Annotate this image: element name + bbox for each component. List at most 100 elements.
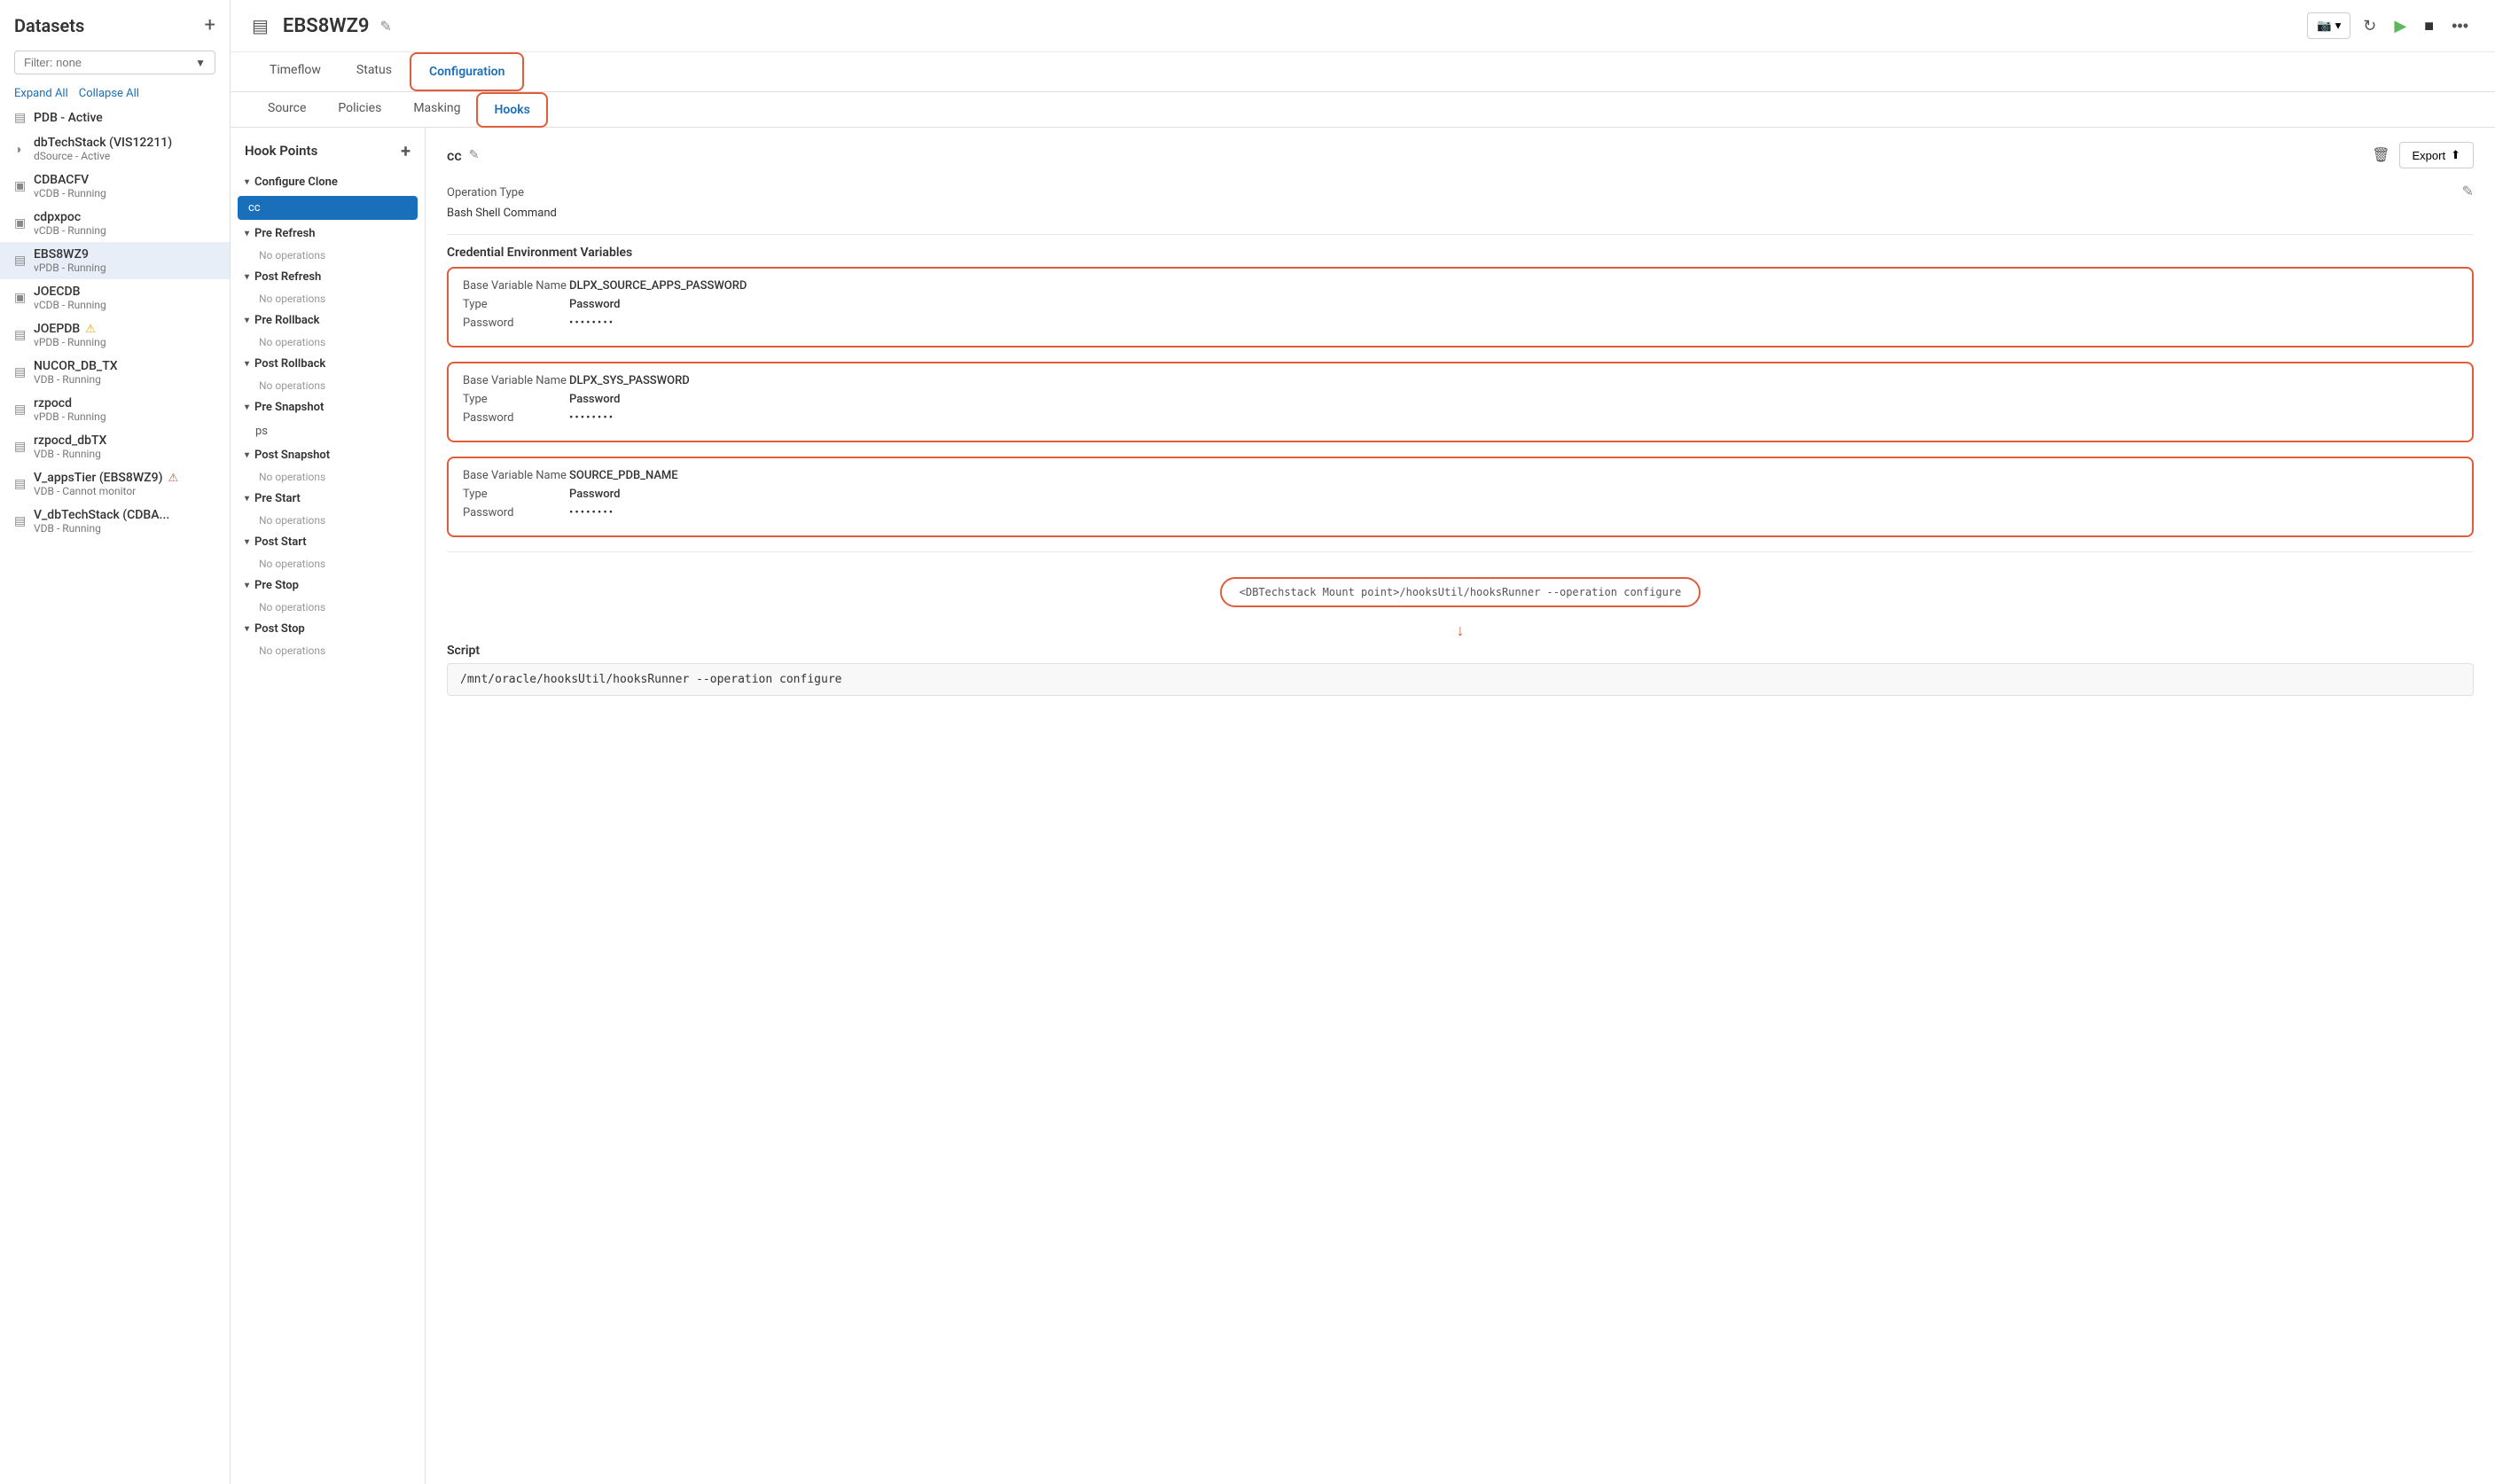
hook-section-title[interactable]: ▾ Configure Clone xyxy=(231,170,425,194)
chevron-icon: ▾ xyxy=(245,624,249,634)
sidebar-item[interactable]: ▤ V_dbTechStack (CDBA... VDB - Running xyxy=(0,503,230,540)
base-var-row: Base Variable Name SOURCE_PDB_NAME xyxy=(463,469,2458,482)
tab-policies[interactable]: Policies xyxy=(322,92,397,127)
title-edit-icon[interactable]: ✎ xyxy=(379,18,391,35)
base-var-label: Base Variable Name xyxy=(463,469,569,482)
command-bubble: <DBTechstack Mount point>/hooksUtil/hook… xyxy=(1220,577,1701,607)
export-icon: ⬆ xyxy=(2451,148,2460,162)
tab-status[interactable]: Status xyxy=(339,52,410,91)
arrow-down-icon: ↓ xyxy=(447,621,2474,640)
hook-section-title[interactable]: ▾Post Refresh xyxy=(231,265,425,289)
no-operations-label: No operations xyxy=(231,332,425,352)
section-label: Configure Clone xyxy=(254,176,338,189)
hook-section: ▾Post RollbackNo operations xyxy=(231,352,425,395)
sidebar-item[interactable]: ▤ rzpocd_dbTX VDB - Running xyxy=(0,428,230,465)
dropdown-chevron-icon: ▾ xyxy=(2335,19,2342,33)
hook-list-item[interactable]: cc xyxy=(238,196,418,220)
item-name: dbTechStack (VIS12211) xyxy=(34,136,172,150)
type-value: Password xyxy=(569,298,620,311)
hook-name-edit-icon[interactable]: ✎ xyxy=(469,148,480,162)
no-operations-label: No operations xyxy=(231,511,425,530)
sidebar-item[interactable]: ▤ EBS8WZ9 vPDB - Running xyxy=(0,242,230,279)
type-row: Type Password xyxy=(463,393,2458,406)
stop-button[interactable]: ■ xyxy=(2419,13,2439,39)
hook-section: ▾Pre RollbackNo operations xyxy=(231,309,425,352)
hook-list-item[interactable]: ps xyxy=(231,419,425,443)
tab-configuration[interactable]: Configuration xyxy=(410,52,524,91)
item-name: rzpocd_dbTX xyxy=(34,433,106,448)
password-row: Password •••••••• xyxy=(463,316,2458,330)
sidebar: Datasets + ▼ Expand All Collapse All ▤ P… xyxy=(0,0,231,1484)
sidebar-item[interactable]: ▣ cdpxpoc vCDB - Running xyxy=(0,205,230,242)
hooks-sections-list: ▾ Configure Clone cc▾Pre Refresh No operati… xyxy=(231,170,425,660)
password-value: •••••••• xyxy=(569,411,614,425)
item-sub: dSource - Active xyxy=(34,150,172,162)
item-sub: vPDB - Running xyxy=(34,336,106,348)
hook-section-title[interactable]: ▾Post Rollback xyxy=(231,352,425,376)
hook-section-title[interactable]: ▾Pre Snapshot xyxy=(231,395,425,419)
chevron-icon: ▾ xyxy=(245,177,249,187)
chevron-icon: ▾ xyxy=(245,229,249,238)
tab-masking[interactable]: Masking xyxy=(397,92,476,127)
tab-source[interactable]: Source xyxy=(252,92,322,127)
item-name: JOEPDB⚠ xyxy=(34,322,106,336)
detail-panel: cc ✎ 🗑 Export ⬆ Operation Type Bash Shel… xyxy=(426,128,2495,1484)
password-label: Password xyxy=(463,316,569,330)
section-label: Post Snapshot xyxy=(254,449,330,462)
more-options-button[interactable]: ••• xyxy=(2446,13,2474,39)
hooks-panel-header: Hook Points + xyxy=(231,128,425,170)
tab-timeflow[interactable]: Timeflow xyxy=(252,52,339,91)
export-button[interactable]: Export ⬆ xyxy=(2399,142,2474,168)
sidebar-item[interactable]: ▤ JOEPDB⚠ vPDB - Running xyxy=(0,316,230,354)
hook-section-title[interactable]: ▾Pre Rollback xyxy=(231,309,425,332)
hook-section-title[interactable]: ▾Post Start xyxy=(231,530,425,554)
chevron-icon: ▾ xyxy=(245,537,249,547)
hook-section: ▾Pre StartNo operations xyxy=(231,487,425,530)
hook-item-name: cc xyxy=(447,147,462,164)
sidebar-item[interactable]: ▣ CDBACFV vCDB - Running xyxy=(0,168,230,205)
expand-all-link[interactable]: Expand All xyxy=(14,87,68,100)
play-button[interactable]: ▶ xyxy=(2389,13,2412,39)
credentials-section-label: Credential Environment Variables xyxy=(447,246,2474,260)
sidebar-expand-controls: Expand All Collapse All xyxy=(0,82,230,105)
search-input[interactable] xyxy=(24,56,195,69)
hook-section-title[interactable]: ▾Post Stop xyxy=(231,617,425,641)
sidebar-item[interactable]: ▤ rzpocd vPDB - Running xyxy=(0,391,230,428)
main-area: ▤ EBS8WZ9 ✎ 📷 ▾ ↻ ▶ ■ ••• Timeflow Statu… xyxy=(231,0,2495,1484)
sidebar-filter[interactable]: ▼ xyxy=(14,51,215,74)
op-type-edit-button[interactable]: ✎ xyxy=(2462,183,2474,200)
base-var-value: DLPX_SYS_PASSWORD xyxy=(569,374,690,387)
hook-section: ▾Post RefreshNo operations xyxy=(231,265,425,309)
base-var-value: DLPX_SOURCE_APPS_PASSWORD xyxy=(569,279,747,293)
chevron-icon: ▾ xyxy=(245,316,249,325)
item-sub: vCDB - Running xyxy=(34,224,106,237)
hook-section-title[interactable]: ▾Post Snapshot xyxy=(231,443,425,467)
sidebar-item[interactable]: ▤ PDB - Active xyxy=(0,105,230,130)
hook-section-title[interactable]: ▾Pre Refresh xyxy=(231,222,425,246)
error-icon: ⚠ xyxy=(168,472,178,485)
camera-button[interactable]: 📷 ▾ xyxy=(2307,12,2350,39)
credential-item: Base Variable Name SOURCE_PDB_NAME Type … xyxy=(447,457,2474,537)
tab-hooks[interactable]: Hooks xyxy=(476,92,547,128)
hooks-panel: Hook Points + ▾ Configure Clone cc▾Pre Ref… xyxy=(231,128,426,1484)
hooks-add-button[interactable]: + xyxy=(401,140,411,161)
sidebar-item[interactable]: ▣ JOECDB vCDB - Running xyxy=(0,279,230,316)
sidebar-item[interactable]: ▤ V_appsTier (EBS8WZ9)⚠ VDB - Cannot mon… xyxy=(0,465,230,503)
db-icon: ◑ xyxy=(14,142,28,156)
sidebar-add-button[interactable]: + xyxy=(205,14,215,36)
sidebar-item[interactable]: ▤ NUCOR_DB_TX VDB - Running xyxy=(0,354,230,391)
password-value: •••••••• xyxy=(569,506,614,519)
no-operations-label: No operations xyxy=(231,467,425,487)
delete-button[interactable]: 🗑 xyxy=(2372,142,2389,168)
hook-section: ▾Post StartNo operations xyxy=(231,530,425,574)
hook-section-title[interactable]: ▾Pre Start xyxy=(231,487,425,511)
item-sub: vCDB - Running xyxy=(34,299,106,311)
hook-section-title[interactable]: ▾Pre Stop xyxy=(231,574,425,598)
collapse-all-link[interactable]: Collapse All xyxy=(79,87,139,100)
refresh-button[interactable]: ↻ xyxy=(2358,13,2382,39)
type-value: Password xyxy=(569,488,620,501)
item-name: EBS8WZ9 xyxy=(34,247,106,262)
chevron-icon: ▾ xyxy=(245,581,249,590)
sidebar-item[interactable]: ◑ dbTechStack (VIS12211) dSource - Activ… xyxy=(0,130,230,168)
item-sub: vCDB - Running xyxy=(34,187,106,199)
